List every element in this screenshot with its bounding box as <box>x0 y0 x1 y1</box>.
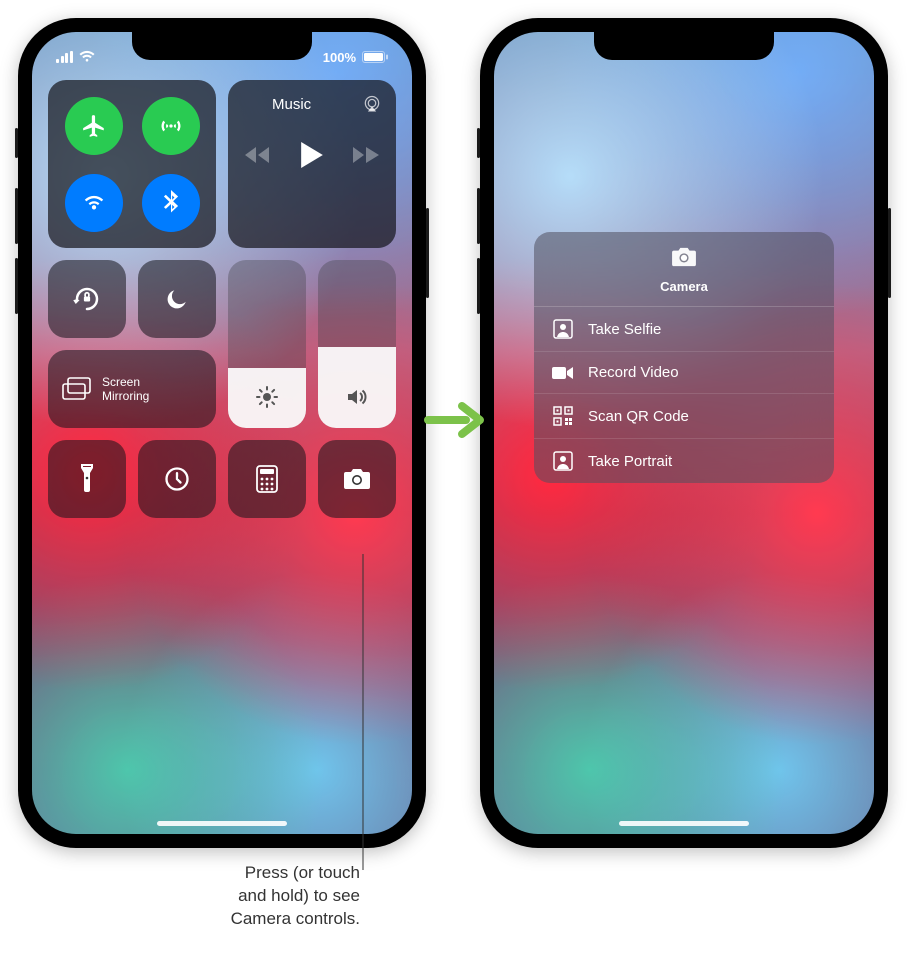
take-portrait-option[interactable]: Take Portrait <box>534 439 834 483</box>
speaker-icon <box>345 385 369 409</box>
camera-popup-title: Camera <box>534 279 834 294</box>
screen-mirror-icon <box>62 377 92 401</box>
qrcode-icon <box>553 406 573 426</box>
screen-mirroring-label: Screen Mirroring <box>102 375 149 404</box>
person-frame-icon <box>553 319 573 339</box>
play-button[interactable] <box>301 142 323 168</box>
camera-button[interactable] <box>318 440 396 518</box>
orientation-lock-toggle[interactable] <box>48 260 126 338</box>
control-center-grid: Music <box>48 80 396 518</box>
cellular-signal-icon <box>56 51 73 63</box>
scan-qr-option[interactable]: Scan QR Code <box>534 394 834 439</box>
next-track-button[interactable] <box>353 145 379 165</box>
screen-mirroring-button[interactable]: Screen Mirroring <box>48 350 216 428</box>
orientation-lock-icon <box>72 284 102 314</box>
music-title: Music <box>272 96 311 113</box>
camera-popup-header: Camera <box>534 232 834 307</box>
cellular-data-toggle[interactable] <box>142 97 200 155</box>
previous-track-button[interactable] <box>245 145 271 165</box>
sun-icon <box>255 385 279 409</box>
volume-slider[interactable] <box>318 260 396 428</box>
take-selfie-option[interactable]: Take Selfie <box>534 307 834 352</box>
battery-icon <box>362 51 388 63</box>
timer-icon <box>163 465 191 493</box>
notch <box>132 32 312 60</box>
flashlight-icon <box>79 464 95 494</box>
airplay-icon[interactable] <box>362 94 382 114</box>
arrow-icon <box>426 400 482 440</box>
option-label: Scan QR Code <box>588 408 689 425</box>
bluetooth-toggle[interactable] <box>142 174 200 232</box>
person-frame-icon <box>553 451 573 471</box>
airplane-icon <box>81 113 107 139</box>
battery-percent: 100% <box>323 50 356 65</box>
screen-control-center: 100% <box>32 32 412 834</box>
calculator-icon <box>256 465 278 493</box>
do-not-disturb-toggle[interactable] <box>138 260 216 338</box>
home-indicator[interactable] <box>619 821 749 826</box>
timer-button[interactable] <box>138 440 216 518</box>
record-video-option[interactable]: Record Video <box>534 352 834 394</box>
brightness-slider[interactable] <box>228 260 306 428</box>
wifi-status-icon <box>79 51 95 63</box>
flashlight-button[interactable] <box>48 440 126 518</box>
calculator-button[interactable] <box>228 440 306 518</box>
video-icon <box>552 365 574 381</box>
music-module[interactable]: Music <box>228 80 396 248</box>
cellular-icon <box>158 113 184 139</box>
bluetooth-icon <box>160 190 182 216</box>
camera-controls-popup: Camera Take Selfie Record Video Scan QR … <box>534 232 834 483</box>
option-label: Take Selfie <box>588 321 661 338</box>
notch <box>594 32 774 60</box>
option-label: Record Video <box>588 364 679 381</box>
screen-camera-controls: Camera Take Selfie Record Video Scan QR … <box>494 32 874 834</box>
camera-icon <box>670 246 698 268</box>
iphone-left: 100% <box>18 18 426 848</box>
callout-text: Press (or touch and hold) to see Camera … <box>90 862 360 931</box>
option-label: Take Portrait <box>588 453 672 470</box>
airplane-mode-toggle[interactable] <box>65 97 123 155</box>
iphone-right: Camera Take Selfie Record Video Scan QR … <box>480 18 888 848</box>
home-indicator[interactable] <box>157 821 287 826</box>
wifi-icon <box>81 190 107 216</box>
camera-icon <box>342 467 372 491</box>
moon-icon <box>164 286 190 312</box>
wifi-toggle[interactable] <box>65 174 123 232</box>
connectivity-module[interactable] <box>48 80 216 248</box>
